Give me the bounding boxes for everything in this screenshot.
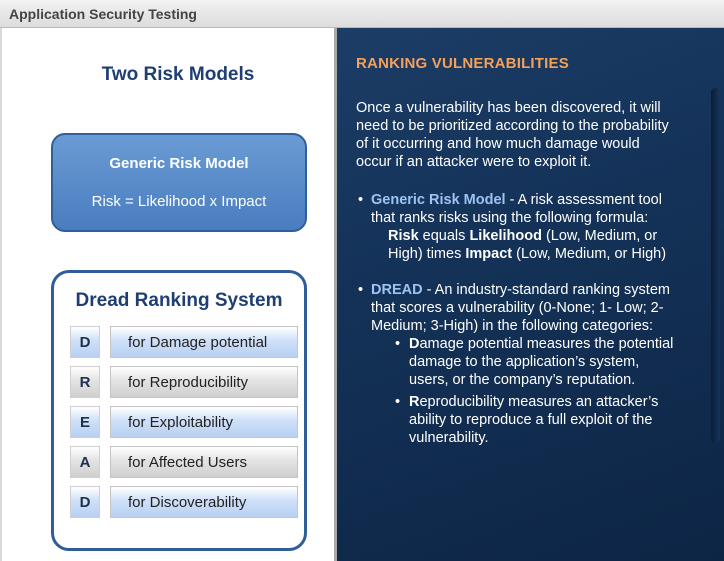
dread-letter: E <box>70 406 100 438</box>
dread-row-affected-users: A for Affected Users <box>70 446 298 478</box>
formula-part: equals <box>418 228 470 244</box>
sub-bullet-text: amage potential measures the potential d… <box>409 336 674 388</box>
generic-risk-model-title: Generic Risk Model <box>109 155 249 172</box>
sub-bullet-letter: R <box>409 394 420 410</box>
generic-risk-model-card: Generic Risk Model Risk = Likelihood x I… <box>51 133 307 232</box>
sub-bullet-letter: D <box>409 336 420 352</box>
dread-letter: D <box>70 326 100 358</box>
dread-label: for Exploitability <box>110 406 298 438</box>
formula-risk: Risk <box>388 228 419 244</box>
formula-part: (Low, Medium, or High) <box>512 246 667 262</box>
sub-bullet-damage: Damage potential measures the potential … <box>395 335 674 389</box>
dread-ranking-card: Dread Ranking System D for Damage potent… <box>51 270 307 551</box>
dread-letter: R <box>70 366 100 398</box>
dread-label: for Discoverability <box>110 486 298 518</box>
generic-risk-model-term: Generic Risk Model <box>371 192 506 208</box>
dread-row-exploitability: E for Exploitability <box>70 406 298 438</box>
dread-title: Dread Ranking System <box>75 290 283 311</box>
models-heading: Two Risk Models <box>101 64 255 85</box>
bullet-generic-risk-model: Generic Risk Model - A risk assessment t… <box>356 191 674 263</box>
scrollbar[interactable] <box>711 88 720 443</box>
bullet-dread: DREAD - An industry-standard ranking sys… <box>356 281 674 447</box>
dread-term: DREAD <box>371 282 423 298</box>
dread-label: for Affected Users <box>110 446 298 478</box>
left-panel: Two Risk Models Generic Risk Model Risk … <box>2 28 334 561</box>
dread-letter: D <box>70 486 100 518</box>
generic-risk-formula: Risk = Likelihood x Impact <box>91 193 267 210</box>
sub-bullet-reproducibility: Reproducibility measures an attacker’s a… <box>395 393 674 447</box>
sub-bullet-text: eproducibility measures an attacker’s ab… <box>409 394 659 446</box>
content-panel: RANKING VULNERABILITIES Once a vulnerabi… <box>337 28 724 561</box>
formula-text: Risk equals Likelihood (Low, Medium, or … <box>388 227 674 263</box>
dread-row-reproducibility: R for Reproducibility <box>70 366 298 398</box>
dread-label: for Reproducibility <box>110 366 298 398</box>
content-text: Once a vulnerability has been discovered… <box>356 99 674 465</box>
dread-row-damage: D for Damage potential <box>70 326 298 358</box>
dread-letter: A <box>70 446 100 478</box>
formula-impact: Impact <box>465 246 513 262</box>
dread-label: for Damage potential <box>110 326 298 358</box>
formula-likelihood: Likelihood <box>469 228 542 244</box>
section-heading: RANKING VULNERABILITIES <box>356 55 569 72</box>
intro-paragraph: Once a vulnerability has been discovered… <box>356 100 669 170</box>
window-title: Application Security Testing <box>9 6 197 22</box>
title-bar: Application Security Testing <box>0 0 724 28</box>
dread-row-discoverability: D for Discoverability <box>70 486 298 518</box>
